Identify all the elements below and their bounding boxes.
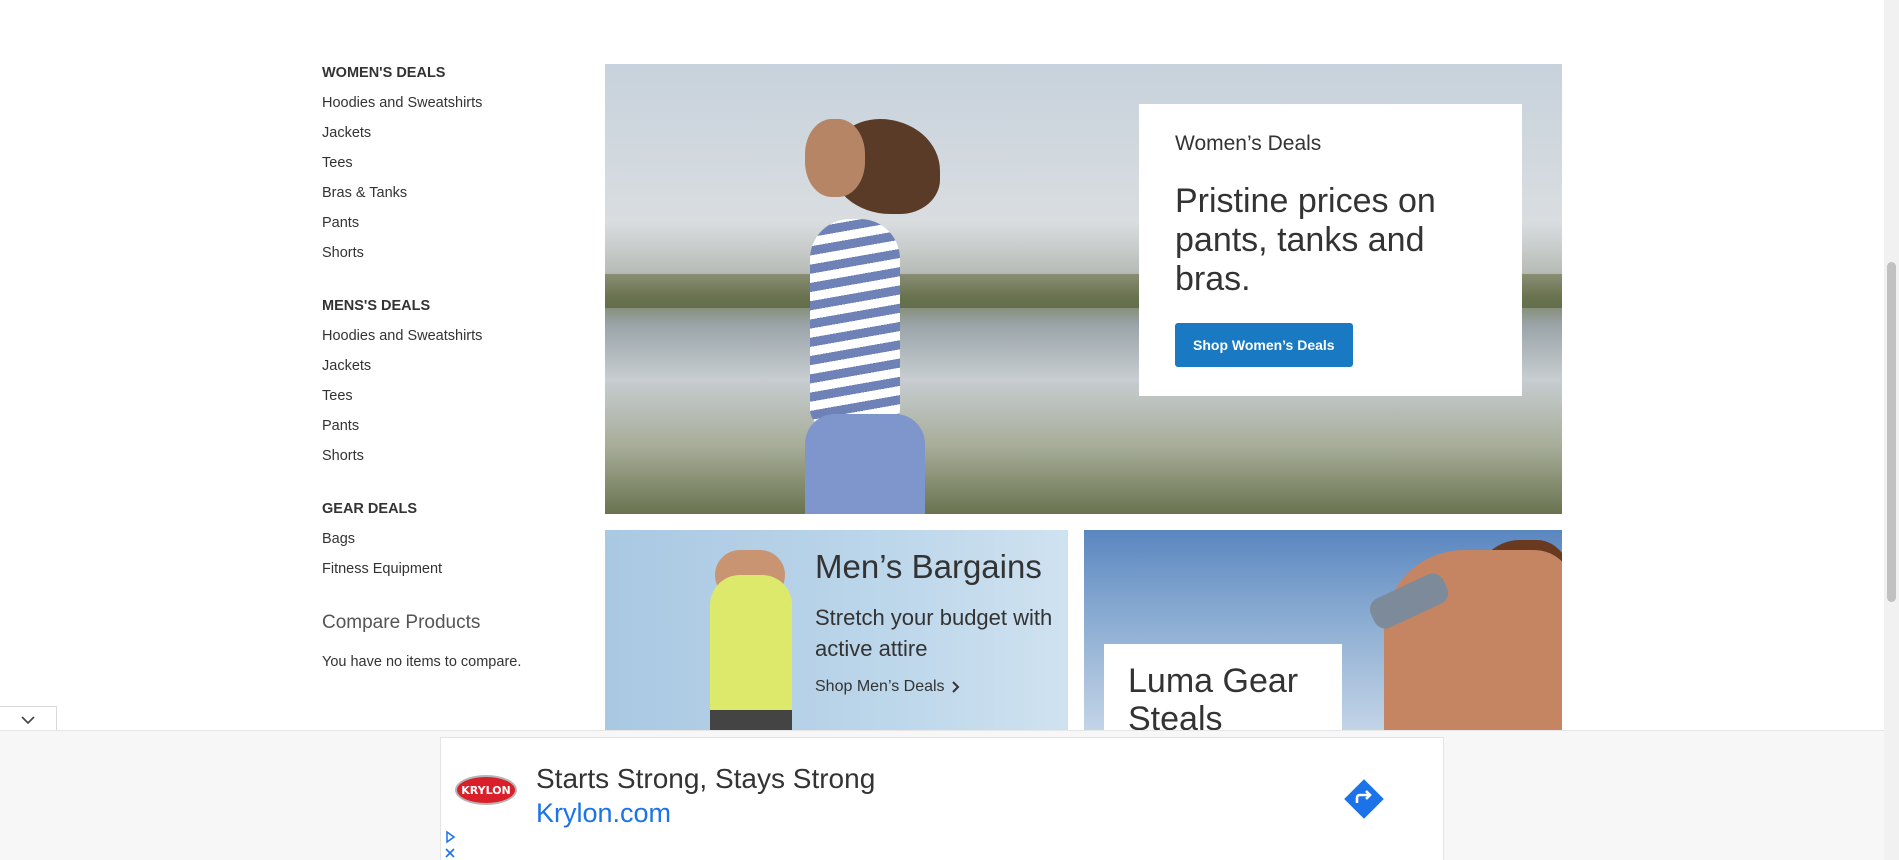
luma-gear-steals-banner[interactable]: Luma Gear Steals — [1084, 530, 1562, 730]
scrollbar-thumb[interactable] — [1887, 262, 1896, 602]
nav-item-tees[interactable]: Tees — [322, 386, 582, 416]
mens-bargains-banner[interactable]: Men’s Bargains Stretch your budget with … — [605, 530, 1068, 730]
mens-text: Stretch your budget with active attire — [815, 605, 1053, 661]
ad-headline[interactable]: Starts Strong, Stays Strong — [536, 763, 875, 795]
page: WOMEN'S DEALS Hoodies and Sweatshirts Ja… — [0, 0, 1899, 860]
compare-empty-message: You have no items to compare. — [322, 654, 522, 670]
shop-mens-deals-label: Shop Men’s Deals — [815, 678, 945, 695]
hero-runner-torso — [810, 219, 900, 429]
nav-group-title: GEAR DEALS — [322, 501, 418, 517]
nav-item-pants[interactable]: Pants — [322, 416, 582, 446]
hero-title: Pristine prices on pants, tanks and bras… — [1175, 182, 1436, 298]
ad-domain-link[interactable]: Krylon.com — [536, 798, 671, 829]
nav-item-bags[interactable]: Bags — [322, 529, 582, 559]
arrow-right-icon[interactable] — [1341, 776, 1387, 822]
mens-figure-pants — [710, 710, 792, 730]
hero-runner-head — [805, 119, 865, 197]
mens-figure-shirt — [710, 575, 792, 725]
nav-group-title: MENS'S DEALS — [322, 298, 431, 314]
nav-group-title: WOMEN'S DEALS — [322, 65, 446, 81]
hero-kicker: Women’s Deals — [1175, 132, 1322, 155]
close-icon[interactable] — [443, 846, 457, 860]
sidebar: WOMEN'S DEALS Hoodies and Sweatshirts Ja… — [322, 63, 582, 670]
hero-runner-legs — [805, 414, 925, 514]
nav-group-womens-deals: WOMEN'S DEALS Hoodies and Sweatshirts Ja… — [322, 63, 582, 273]
mens-copy: Men’s Bargains Stretch your budget with … — [815, 548, 1060, 696]
nav-item-tees[interactable]: Tees — [322, 153, 582, 183]
nav-item-shorts[interactable]: Shorts — [322, 243, 582, 273]
gear-woman-figure — [1384, 550, 1562, 730]
nav-group-mens-deals: MENS'S DEALS Hoodies and Sweatshirts Jac… — [322, 296, 582, 476]
nav-group-gear-deals: GEAR DEALS Bags Fitness Equipment — [322, 499, 582, 589]
page-scrollbar[interactable] — [1884, 0, 1899, 860]
nav-item-pants[interactable]: Pants — [322, 213, 582, 243]
nav-item-bras-and-tanks[interactable]: Bras & Tanks — [322, 183, 582, 213]
womens-deals-banner[interactable]: Women’s Deals Pristine prices on pants, … — [605, 64, 1562, 514]
nav-item-hoodies-and-sweatshirts[interactable]: Hoodies and Sweatshirts — [322, 93, 582, 123]
ad-banner[interactable]: KRYLON Starts Strong, Stays Strong Krylo… — [440, 737, 1444, 860]
mens-title: Men’s Bargains — [815, 548, 1042, 585]
nav-item-hoodies-and-sweatshirts[interactable]: Hoodies and Sweatshirts — [322, 326, 582, 356]
chevron-right-icon — [951, 681, 959, 693]
ad-choices-icon[interactable] — [443, 830, 457, 844]
shop-womens-deals-button[interactable]: Shop Women’s Deals — [1175, 323, 1353, 367]
ad-bar: KRYLON Starts Strong, Stays Strong Krylo… — [0, 730, 1884, 860]
compare-products-title: Compare Products — [322, 612, 481, 633]
nav-item-jackets[interactable]: Jackets — [322, 123, 582, 153]
nav-item-fitness-equipment[interactable]: Fitness Equipment — [322, 559, 582, 589]
chevron-down-icon — [21, 715, 35, 724]
hero-card: Women’s Deals Pristine prices on pants, … — [1139, 104, 1522, 396]
gear-card: Luma Gear Steals — [1104, 644, 1342, 730]
gear-title: Luma Gear Steals — [1128, 662, 1299, 730]
nav-item-shorts[interactable]: Shorts — [322, 446, 582, 476]
shop-mens-deals-link[interactable]: Shop Men’s Deals — [815, 678, 961, 696]
krylon-logo: KRYLON — [455, 775, 517, 805]
ad-collapse-toggle[interactable] — [0, 706, 57, 732]
nav-item-jackets[interactable]: Jackets — [322, 356, 582, 386]
